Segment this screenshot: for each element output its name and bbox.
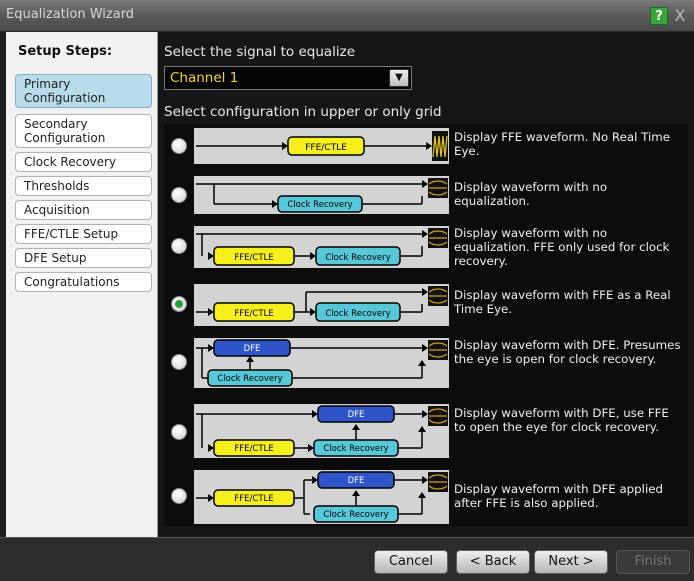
configuration-grid: FFE/CTLE Display FFE waveform. No Real T… xyxy=(164,124,688,526)
setup-steps-heading: Setup Steps: xyxy=(18,44,113,59)
clock-recovery-block-label: Clock Recovery xyxy=(287,200,352,210)
config-radio-6[interactable] xyxy=(171,424,187,440)
diagram-no-equalization: Clock Recovery xyxy=(194,176,449,214)
config-option-5[interactable]: DFE Clock Recovery Display waveform with… xyxy=(164,334,688,390)
chevron-down-icon[interactable]: ▼ xyxy=(389,69,409,87)
step-thresholds[interactable]: Thresholds xyxy=(15,176,152,196)
config-radio-4[interactable] xyxy=(171,296,187,312)
dfe-block-label: DFE xyxy=(348,476,365,486)
signal-dropdown-value: Channel 1 xyxy=(170,70,239,86)
step-dfe-setup[interactable]: DFE Setup xyxy=(15,248,152,268)
config-option-6[interactable]: DFE FFE/CTLE Clock Recovery Display wave… xyxy=(164,400,688,462)
clock-recovery-block-label: Clock Recovery xyxy=(217,374,282,384)
config-select-label: Select configuration in upper or only gr… xyxy=(164,104,442,120)
config-radio-1[interactable] xyxy=(171,138,187,154)
close-button[interactable]: X xyxy=(671,7,689,25)
title-bar: Equalization Wizard ? X xyxy=(0,0,694,32)
config-description-3: Display waveform with no equalization. F… xyxy=(454,226,670,268)
next-button[interactable]: Next > xyxy=(534,550,608,574)
setup-steps-sidebar: Setup Steps: Primary Configuration Secon… xyxy=(6,32,158,537)
step-secondary-configuration[interactable]: Secondary Configuration xyxy=(15,114,152,148)
back-button[interactable]: < Back xyxy=(456,550,530,574)
config-radio-7[interactable] xyxy=(171,488,187,504)
diagram-ffe-clock-recovery-only: FFE/CTLE Clock Recovery xyxy=(194,226,449,268)
cancel-button[interactable]: Cancel xyxy=(374,550,448,574)
signal-select-label: Select the signal to equalize xyxy=(164,44,356,60)
config-radio-3[interactable] xyxy=(171,238,187,254)
config-option-2[interactable]: Clock Recovery Display waveform with no … xyxy=(164,174,688,214)
config-description-7: Display waveform with DFE applied after … xyxy=(454,482,663,510)
config-option-7[interactable]: FFE/CTLE DFE Clock Recovery Display wave… xyxy=(164,468,688,524)
signal-dropdown[interactable]: Channel 1 ▼ xyxy=(164,66,412,90)
diagram-ffe-only: FFE/CTLE xyxy=(194,128,449,164)
main-panel: Select the signal to equalize Channel 1 … xyxy=(158,32,694,537)
config-option-3[interactable]: FFE/CTLE Clock Recovery Display waveform… xyxy=(164,222,688,272)
config-radio-2[interactable] xyxy=(171,187,187,203)
clock-recovery-block-label: Clock Recovery xyxy=(323,510,388,520)
config-description-4: Display waveform with FFE as a Real Time… xyxy=(454,288,671,316)
clock-recovery-block-label: Clock Recovery xyxy=(325,253,390,263)
step-primary-configuration[interactable]: Primary Configuration xyxy=(15,74,152,108)
step-congratulations[interactable]: Congratulations xyxy=(15,272,152,292)
config-option-1[interactable]: FFE/CTLE Display FFE waveform. No Real T… xyxy=(164,126,688,166)
finish-button[interactable]: Finish xyxy=(616,550,690,574)
clock-recovery-block-label: Clock Recovery xyxy=(323,444,388,454)
step-acquisition[interactable]: Acquisition xyxy=(15,200,152,220)
step-clock-recovery[interactable]: Clock Recovery xyxy=(15,152,152,172)
config-description-5: Display waveform with DFE. Presumes the … xyxy=(454,338,681,366)
ffe-block-label: FFE/CTLE xyxy=(305,143,347,153)
step-ffe-ctle-setup[interactable]: FFE/CTLE Setup xyxy=(15,224,152,244)
config-description-6: Display waveform with DFE, use FFE to op… xyxy=(454,406,669,434)
diagram-dfe-after-ffe: FFE/CTLE DFE Clock Recovery xyxy=(194,470,449,524)
config-description-1: Display FFE waveform. No Real Time Eye. xyxy=(454,130,670,158)
dfe-block-label: DFE xyxy=(348,410,365,420)
config-radio-5[interactable] xyxy=(171,354,187,370)
ffe-block-label: FFE/CTLE xyxy=(234,253,273,263)
window-title: Equalization Wizard xyxy=(6,7,135,22)
config-description-2: Display waveform with no equalization. xyxy=(454,180,608,208)
dfe-block-label: DFE xyxy=(244,344,261,354)
diagram-dfe: DFE Clock Recovery xyxy=(194,338,449,388)
diagram-ffe-real-time-eye: FFE/CTLE Clock Recovery xyxy=(194,284,449,326)
ffe-block-label: FFE/CTLE xyxy=(234,444,273,454)
wizard-button-bar: Cancel < Back Next > Finish xyxy=(0,537,694,581)
help-button[interactable]: ? xyxy=(650,7,668,25)
clock-recovery-block-label: Clock Recovery xyxy=(325,309,390,319)
ffe-block-label: FFE/CTLE xyxy=(234,309,273,319)
ffe-block-label: FFE/CTLE xyxy=(234,494,273,504)
diagram-dfe-with-ffe-for-cr: DFE FFE/CTLE Clock Recovery xyxy=(194,404,449,458)
config-option-4[interactable]: FFE/CTLE Clock Recovery Display waveform… xyxy=(164,282,688,326)
